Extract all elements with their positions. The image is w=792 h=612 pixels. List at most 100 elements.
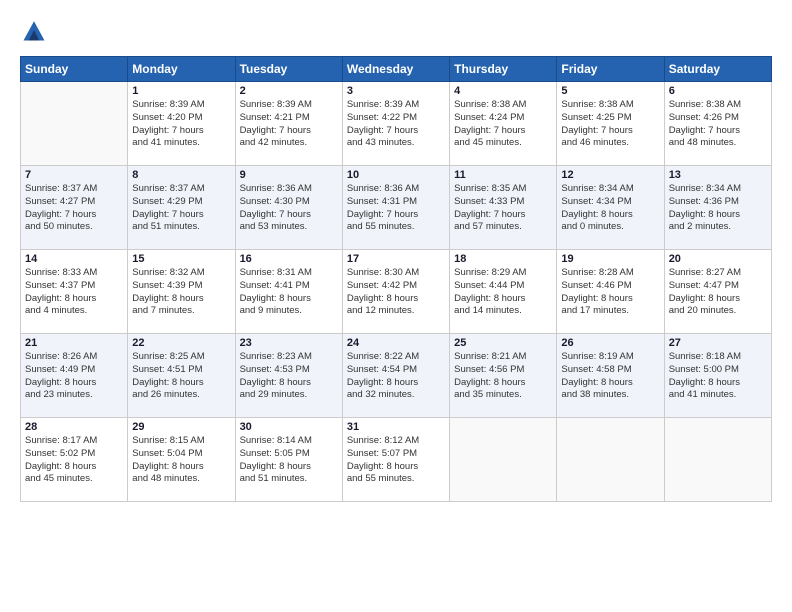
day-number: 31 bbox=[347, 421, 445, 433]
calendar-table: SundayMondayTuesdayWednesdayThursdayFrid… bbox=[20, 56, 772, 502]
calendar-cell: 22Sunrise: 8:25 AMSunset: 4:51 PMDayligh… bbox=[128, 334, 235, 418]
day-info: Sunrise: 8:29 AMSunset: 4:44 PMDaylight:… bbox=[454, 267, 552, 318]
calendar-cell: 2 Sunrise: 8:39 AMSunset: 4:21 PMDaylight… bbox=[235, 82, 342, 166]
day-number: 15 bbox=[132, 253, 230, 265]
calendar-cell: 8 Sunrise: 8:37 AMSunset: 4:29 PMDaylight… bbox=[128, 166, 235, 250]
day-info: Sunrise: 8:25 AMSunset: 4:51 PMDaylight:… bbox=[132, 351, 230, 402]
calendar-cell: 23 Sunrise: 8:23 AMSunset: 4:53 PMDayligh… bbox=[235, 334, 342, 418]
day-info: Sunrise: 8:30 AMSunset: 4:42 PMDaylight:… bbox=[347, 267, 445, 318]
day-info: Sunrise: 8:15 AMSunset: 5:04 PMDaylight:… bbox=[132, 435, 230, 486]
day-number: 21 bbox=[25, 337, 123, 349]
calendar-cell: 15 Sunrise: 8:32 AMSunset: 4:39 PMDayligh… bbox=[128, 250, 235, 334]
day-info: Sunrise: 8:26 AMSunset: 4:49 PMDaylight:… bbox=[25, 351, 123, 402]
day-info: Sunrise: 8:37 AMSunset: 4:29 PMDaylight:… bbox=[132, 183, 230, 234]
calendar-cell: 13 Sunrise: 8:34 AMSunset: 4:36 PMDayligh… bbox=[664, 166, 771, 250]
calendar-cell: 17Sunrise: 8:30 AMSunset: 4:42 PMDayligh… bbox=[342, 250, 449, 334]
col-header-thursday: Thursday bbox=[450, 57, 557, 82]
calendar-cell: 3 Sunrise: 8:39 AMSunset: 4:22 PMDaylight… bbox=[342, 82, 449, 166]
calendar-cell: 19 Sunrise: 8:28 AMSunset: 4:46 PMDayligh… bbox=[557, 250, 664, 334]
day-info: Sunrise: 8:28 AMSunset: 4:46 PMDaylight:… bbox=[561, 267, 659, 318]
day-info: Sunrise: 8:39 AMSunset: 4:22 PMDaylight:… bbox=[347, 99, 445, 150]
logo-icon bbox=[20, 16, 48, 44]
day-info: Sunrise: 8:19 AMSunset: 4:58 PMDaylight:… bbox=[561, 351, 659, 402]
day-info: Sunrise: 8:39 AMSunset: 4:20 PMDaylight:… bbox=[132, 99, 230, 150]
day-number: 2 bbox=[240, 85, 338, 97]
calendar-cell: 21 Sunrise: 8:26 AMSunset: 4:49 PMDayligh… bbox=[21, 334, 128, 418]
col-header-friday: Friday bbox=[557, 57, 664, 82]
day-number: 19 bbox=[561, 253, 659, 265]
page: SundayMondayTuesdayWednesdayThursdayFrid… bbox=[0, 0, 792, 612]
day-info: Sunrise: 8:34 AMSunset: 4:34 PMDaylight:… bbox=[561, 183, 659, 234]
day-number: 23 bbox=[240, 337, 338, 349]
col-header-tuesday: Tuesday bbox=[235, 57, 342, 82]
day-info: Sunrise: 8:12 AMSunset: 5:07 PMDaylight:… bbox=[347, 435, 445, 486]
calendar-cell: 31 Sunrise: 8:12 AMSunset: 5:07 PMDayligh… bbox=[342, 418, 449, 502]
header bbox=[20, 16, 772, 44]
day-info: Sunrise: 8:36 AMSunset: 4:30 PMDaylight:… bbox=[240, 183, 338, 234]
day-info: Sunrise: 8:23 AMSunset: 4:53 PMDaylight:… bbox=[240, 351, 338, 402]
calendar-cell: 28 Sunrise: 8:17 AMSunset: 5:02 PMDayligh… bbox=[21, 418, 128, 502]
day-info: Sunrise: 8:21 AMSunset: 4:56 PMDaylight:… bbox=[454, 351, 552, 402]
calendar-week-4: 21 Sunrise: 8:26 AMSunset: 4:49 PMDayligh… bbox=[21, 334, 772, 418]
day-number: 30 bbox=[240, 421, 338, 433]
day-number: 20 bbox=[669, 253, 767, 265]
calendar-cell: 25 Sunrise: 8:21 AMSunset: 4:56 PMDayligh… bbox=[450, 334, 557, 418]
col-header-wednesday: Wednesday bbox=[342, 57, 449, 82]
calendar-week-2: 7 Sunrise: 8:37 AMSunset: 4:27 PMDaylight… bbox=[21, 166, 772, 250]
day-number: 8 bbox=[132, 169, 230, 181]
day-number: 25 bbox=[454, 337, 552, 349]
day-number: 7 bbox=[25, 169, 123, 181]
calendar-cell: 7 Sunrise: 8:37 AMSunset: 4:27 PMDaylight… bbox=[21, 166, 128, 250]
calendar-cell: 10 Sunrise: 8:36 AMSunset: 4:31 PMDayligh… bbox=[342, 166, 449, 250]
day-info: Sunrise: 8:37 AMSunset: 4:27 PMDaylight:… bbox=[25, 183, 123, 234]
calendar-cell: 18 Sunrise: 8:29 AMSunset: 4:44 PMDayligh… bbox=[450, 250, 557, 334]
calendar-cell: 1 Sunrise: 8:39 AMSunset: 4:20 PMDaylight… bbox=[128, 82, 235, 166]
day-number: 6 bbox=[669, 85, 767, 97]
calendar-cell: 30 Sunrise: 8:14 AMSunset: 5:05 PMDayligh… bbox=[235, 418, 342, 502]
day-info: Sunrise: 8:31 AMSunset: 4:41 PMDaylight:… bbox=[240, 267, 338, 318]
day-number: 24 bbox=[347, 337, 445, 349]
day-info: Sunrise: 8:36 AMSunset: 4:31 PMDaylight:… bbox=[347, 183, 445, 234]
day-number: 5 bbox=[561, 85, 659, 97]
day-number: 1 bbox=[132, 85, 230, 97]
day-number: 10 bbox=[347, 169, 445, 181]
logo bbox=[20, 16, 52, 44]
day-number: 27 bbox=[669, 337, 767, 349]
calendar-cell: 4 Sunrise: 8:38 AMSunset: 4:24 PMDaylight… bbox=[450, 82, 557, 166]
day-number: 3 bbox=[347, 85, 445, 97]
day-info: Sunrise: 8:38 AMSunset: 4:25 PMDaylight:… bbox=[561, 99, 659, 150]
day-number: 13 bbox=[669, 169, 767, 181]
calendar-week-3: 14Sunrise: 8:33 AMSunset: 4:37 PMDayligh… bbox=[21, 250, 772, 334]
day-info: Sunrise: 8:39 AMSunset: 4:21 PMDaylight:… bbox=[240, 99, 338, 150]
calendar-cell: 12Sunrise: 8:34 AMSunset: 4:34 PMDayligh… bbox=[557, 166, 664, 250]
day-number: 18 bbox=[454, 253, 552, 265]
day-info: Sunrise: 8:22 AMSunset: 4:54 PMDaylight:… bbox=[347, 351, 445, 402]
day-number: 14 bbox=[25, 253, 123, 265]
calendar-cell: 14Sunrise: 8:33 AMSunset: 4:37 PMDayligh… bbox=[21, 250, 128, 334]
day-info: Sunrise: 8:32 AMSunset: 4:39 PMDaylight:… bbox=[132, 267, 230, 318]
day-number: 4 bbox=[454, 85, 552, 97]
day-number: 29 bbox=[132, 421, 230, 433]
day-info: Sunrise: 8:17 AMSunset: 5:02 PMDaylight:… bbox=[25, 435, 123, 486]
day-info: Sunrise: 8:35 AMSunset: 4:33 PMDaylight:… bbox=[454, 183, 552, 234]
day-info: Sunrise: 8:34 AMSunset: 4:36 PMDaylight:… bbox=[669, 183, 767, 234]
calendar-cell: 26Sunrise: 8:19 AMSunset: 4:58 PMDayligh… bbox=[557, 334, 664, 418]
calendar-cell: 29 Sunrise: 8:15 AMSunset: 5:04 PMDayligh… bbox=[128, 418, 235, 502]
day-info: Sunrise: 8:18 AMSunset: 5:00 PMDaylight:… bbox=[669, 351, 767, 402]
calendar-cell: 27 Sunrise: 8:18 AMSunset: 5:00 PMDayligh… bbox=[664, 334, 771, 418]
calendar-cell: 20 Sunrise: 8:27 AMSunset: 4:47 PMDayligh… bbox=[664, 250, 771, 334]
calendar-cell bbox=[21, 82, 128, 166]
calendar-cell: 9Sunrise: 8:36 AMSunset: 4:30 PMDaylight… bbox=[235, 166, 342, 250]
calendar-cell: 16Sunrise: 8:31 AMSunset: 4:41 PMDayligh… bbox=[235, 250, 342, 334]
day-number: 28 bbox=[25, 421, 123, 433]
calendar-week-5: 28 Sunrise: 8:17 AMSunset: 5:02 PMDayligh… bbox=[21, 418, 772, 502]
calendar-cell: 6Sunrise: 8:38 AMSunset: 4:26 PMDaylight… bbox=[664, 82, 771, 166]
day-info: Sunrise: 8:38 AMSunset: 4:24 PMDaylight:… bbox=[454, 99, 552, 150]
day-number: 11 bbox=[454, 169, 552, 181]
calendar-header-row: SundayMondayTuesdayWednesdayThursdayFrid… bbox=[21, 57, 772, 82]
calendar-cell bbox=[664, 418, 771, 502]
calendar-cell: 24 Sunrise: 8:22 AMSunset: 4:54 PMDayligh… bbox=[342, 334, 449, 418]
day-info: Sunrise: 8:27 AMSunset: 4:47 PMDaylight:… bbox=[669, 267, 767, 318]
day-info: Sunrise: 8:14 AMSunset: 5:05 PMDaylight:… bbox=[240, 435, 338, 486]
calendar-week-1: 1 Sunrise: 8:39 AMSunset: 4:20 PMDaylight… bbox=[21, 82, 772, 166]
